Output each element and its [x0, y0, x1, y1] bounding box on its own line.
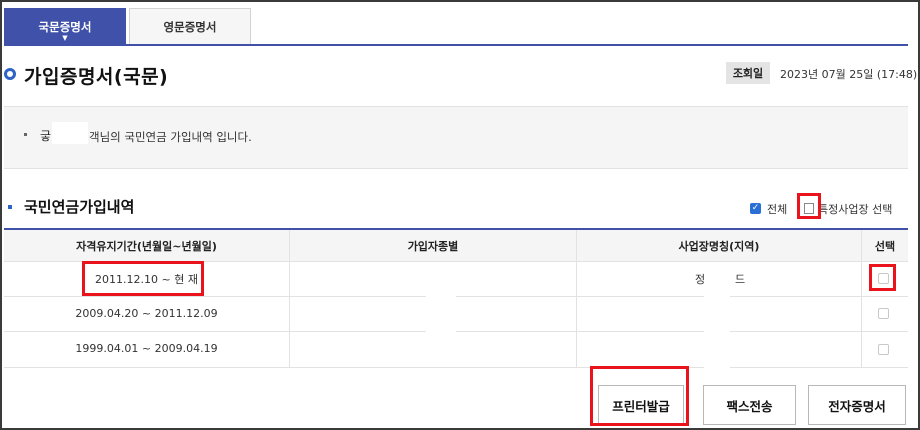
info-message: 객님의 국민연금 가입내역 입니다. [89, 130, 252, 144]
electronic-certificate-button[interactable]: 전자증명서 [808, 385, 906, 425]
redaction-mask [704, 268, 730, 368]
column-header-member-type: 가입자종별 [407, 239, 459, 253]
highlight-specific-workplace [797, 193, 821, 219]
specific-workplace-label: 특정사업장 선택 [818, 203, 893, 216]
section-bullet-icon [8, 205, 12, 209]
redaction-mask [426, 275, 456, 353]
certificate-tabs: 국문증명서 ▼ 영문증명서 [4, 8, 251, 45]
caret-down-icon: ▼ [62, 34, 68, 42]
bullet-dot-icon [24, 133, 27, 136]
tab-korean-certificate[interactable]: 국문증명서 ▼ [4, 8, 126, 45]
column-header-period: 자격유지기간(년월일~년월일) [76, 239, 217, 253]
tab-underline [4, 44, 908, 46]
column-header-workplace: 사업장명칭(지역) [678, 239, 760, 253]
select-all-label: 전체 [767, 203, 788, 216]
row-1-workplace-end: 드 [734, 272, 746, 286]
row-3-select-checkbox[interactable] [878, 344, 889, 355]
highlight-row-checkbox [869, 264, 896, 291]
row-3-period: 1999.04.01 ~ 2009.04.19 [75, 342, 218, 355]
circle-bullet-icon [4, 68, 16, 80]
fax-send-button[interactable]: 팩스전송 [703, 385, 796, 425]
row-2-period: 2009.04.20 ~ 2011.12.09 [75, 307, 218, 320]
tab-label: 국문증명서 [38, 19, 92, 34]
redaction-mask [52, 122, 88, 144]
table-bottom-border [4, 367, 908, 368]
tab-label: 영문증명서 [163, 20, 217, 34]
section-title: 국민연금가입내역 [24, 198, 135, 216]
member-name-fragment: 긓 [40, 129, 52, 143]
highlight-period [82, 261, 204, 296]
column-header-select: 선택 [874, 239, 896, 253]
query-date-value: 2023년 07월 25일 (17:48) [780, 68, 918, 81]
page-title: 가입증명서(국문) [24, 66, 169, 88]
highlight-print-button [590, 366, 689, 426]
select-all-checkbox[interactable]: ✓ [750, 203, 761, 214]
tab-english-certificate[interactable]: 영문증명서 [129, 8, 251, 45]
row-2-select-checkbox[interactable] [878, 308, 889, 319]
query-date-label: 조회일 [726, 62, 770, 84]
